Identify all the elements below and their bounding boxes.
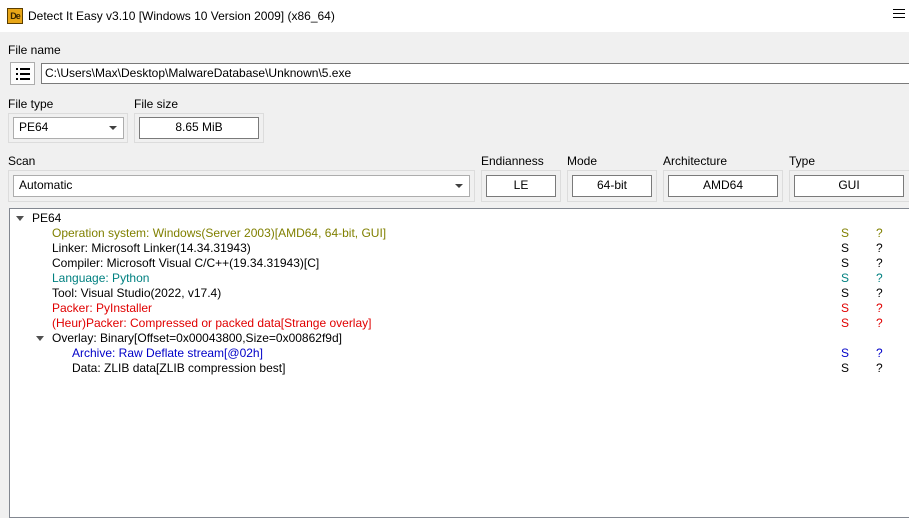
- signature-flag[interactable]: S: [841, 316, 849, 331]
- chevron-down-icon[interactable]: [16, 216, 24, 221]
- info-flag[interactable]: ?: [876, 226, 883, 241]
- file-name-label: File name: [8, 43, 61, 57]
- signature-flag[interactable]: S: [841, 286, 849, 301]
- signature-flag[interactable]: S: [841, 361, 849, 376]
- scan-select[interactable]: Automatic: [13, 175, 470, 197]
- info-flag[interactable]: ?: [876, 301, 883, 316]
- file-name-input[interactable]: C:\Users\Max\Desktop\MalwareDatabase\Unk…: [41, 63, 909, 84]
- result-row[interactable]: Data: ZLIB data[ZLIB compression best]: [72, 361, 285, 376]
- file-list-button[interactable]: [10, 62, 35, 85]
- signature-flag[interactable]: S: [841, 256, 849, 271]
- info-flag[interactable]: ?: [876, 271, 883, 286]
- file-type-select[interactable]: PE64: [13, 117, 124, 139]
- architecture-label: Architecture: [663, 154, 728, 168]
- chevron-down-icon: [455, 184, 463, 188]
- type-label: Type: [789, 154, 816, 168]
- result-row[interactable]: Operation system: Windows(Server 2003)[A…: [52, 226, 386, 241]
- window-title: Detect It Easy v3.10 [Windows 10 Version…: [28, 9, 335, 23]
- result-row[interactable]: Tool: Visual Studio(2022, v17.4): [52, 286, 221, 301]
- result-row[interactable]: Compiler: Microsoft Visual C/C++(19.34.3…: [52, 256, 319, 271]
- result-row[interactable]: Packer: PyInstaller: [52, 301, 152, 316]
- file-type-value: PE64: [19, 120, 49, 134]
- info-flag[interactable]: ?: [876, 241, 883, 256]
- info-flag[interactable]: ?: [876, 361, 883, 376]
- chevron-down-icon: [109, 126, 117, 130]
- type-value: GUI: [794, 175, 904, 197]
- result-row[interactable]: Language: Python: [52, 271, 149, 286]
- mode-value: 64-bit: [572, 175, 652, 197]
- mode-label: Mode: [567, 154, 598, 168]
- result-row[interactable]: Overlay: Binary[Offset=0x00043800,Size=0…: [52, 331, 342, 346]
- chevron-down-icon[interactable]: [36, 336, 44, 341]
- result-row[interactable]: Archive: Raw Deflate stream[@02h]: [72, 346, 263, 361]
- signature-flag[interactable]: S: [841, 226, 849, 241]
- scan-value: Automatic: [19, 178, 73, 192]
- signature-flag[interactable]: S: [841, 241, 849, 256]
- scan-label: Scan: [8, 154, 36, 168]
- tree-root-pe64[interactable]: PE64: [32, 211, 61, 226]
- signature-flag[interactable]: S: [841, 346, 849, 361]
- title-bar: De Detect It Easy v3.10 [Windows 10 Vers…: [0, 0, 909, 32]
- info-flag[interactable]: ?: [876, 346, 883, 361]
- result-row[interactable]: Linker: Microsoft Linker(14.34.31943): [52, 241, 251, 256]
- results-tree[interactable]: PE64 Operation system: Windows(Server 20…: [9, 208, 909, 518]
- info-flag[interactable]: ?: [876, 286, 883, 301]
- endianness-value: LE: [486, 175, 556, 197]
- app-icon: De: [7, 8, 23, 24]
- result-row[interactable]: (Heur)Packer: Compressed or packed data[…: [52, 316, 371, 331]
- signature-flag[interactable]: S: [841, 271, 849, 286]
- file-size-label: File size: [134, 97, 179, 111]
- architecture-value: AMD64: [668, 175, 778, 197]
- endianness-label: Endianness: [481, 154, 544, 168]
- file-size-value: 8.65 MiB: [139, 117, 259, 139]
- info-flag[interactable]: ?: [876, 256, 883, 271]
- info-flag[interactable]: ?: [876, 316, 883, 331]
- signature-flag[interactable]: S: [841, 301, 849, 316]
- window-menu-icon[interactable]: [893, 9, 905, 21]
- file-type-label: File type: [8, 97, 54, 111]
